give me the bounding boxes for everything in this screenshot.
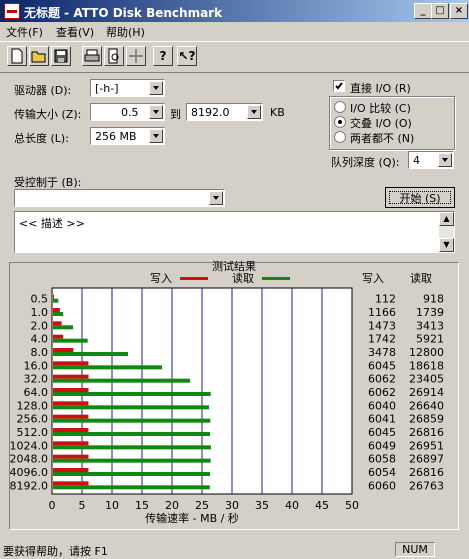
read-value: 3413 <box>416 319 444 332</box>
write-value: 6062 <box>368 386 396 399</box>
write-value: 6049 <box>368 439 396 452</box>
y-tick-label: 4.0 <box>31 333 49 346</box>
y-tick-label: 512.0 <box>17 426 49 439</box>
read-value: 26859 <box>409 413 444 426</box>
write-bar <box>53 348 74 352</box>
write-value: 6058 <box>368 453 396 466</box>
read-bar <box>53 298 59 303</box>
read-bar <box>53 485 210 490</box>
write-value: 6054 <box>368 466 396 479</box>
col-read-header: 读取 <box>410 271 432 285</box>
x-tick-label: 0 <box>49 499 56 512</box>
read-value: 26816 <box>409 466 444 479</box>
legend-write-label: 写入 <box>150 272 172 285</box>
read-value: 26816 <box>409 426 444 439</box>
write-value: 6040 <box>368 399 396 412</box>
x-tick-label: 30 <box>225 499 239 512</box>
read-value: 5921 <box>416 333 444 346</box>
write-bar <box>53 321 62 326</box>
write-bar <box>53 454 89 459</box>
read-bar <box>53 472 211 476</box>
x-tick-label: 40 <box>285 499 299 512</box>
write-bar <box>53 441 89 446</box>
write-bar <box>53 308 60 312</box>
read-value: 26640 <box>409 399 444 412</box>
read-value: 918 <box>423 293 444 306</box>
write-value: 3478 <box>368 346 396 359</box>
x-tick-label: 45 <box>315 499 329 512</box>
x-tick-label: 50 <box>345 499 359 512</box>
status-bar: 要获得帮助，请按 F1 NUM <box>0 540 469 559</box>
results-chart: 测试结果写入 读取 写入 读取0 5 10 15 20 25 30 35 40 45 50传输速率 - M… <box>10 260 445 525</box>
write-bar <box>53 294 54 299</box>
read-bar <box>53 338 88 343</box>
y-tick-label: 2.0 <box>31 319 49 332</box>
read-bar <box>53 418 211 423</box>
y-tick-label: 64.0 <box>24 386 49 399</box>
y-tick-label: 1.0 <box>31 306 49 319</box>
x-tick-label: 20 <box>165 499 179 512</box>
read-bar <box>53 365 163 370</box>
read-bar <box>53 312 64 316</box>
y-tick-label: 256.0 <box>17 413 49 426</box>
x-tick-label: 35 <box>255 499 269 512</box>
read-value: 26914 <box>409 386 444 399</box>
read-bar <box>53 405 210 410</box>
write-value: 1473 <box>368 319 396 332</box>
col-write-header: 写入 <box>362 272 384 285</box>
num-lock-indicator: NUM <box>395 542 435 557</box>
write-bar <box>53 468 89 472</box>
read-bar <box>53 392 211 396</box>
write-value: 6041 <box>368 413 396 426</box>
read-bar <box>53 352 128 356</box>
y-tick-label: 2048.0 <box>10 453 49 466</box>
write-bar <box>53 334 64 339</box>
write-value: 6045 <box>368 426 396 439</box>
write-value: 6062 <box>368 373 396 386</box>
y-tick-label: 8192.0 <box>10 479 49 492</box>
read-value: 1739 <box>416 306 444 319</box>
y-tick-label: 4096.0 <box>10 466 49 479</box>
y-tick-label: 128.0 <box>17 399 49 412</box>
read-value: 26897 <box>409 453 444 466</box>
x-tick-label: 5 <box>79 499 86 512</box>
write-value: 1166 <box>368 306 396 319</box>
read-bar <box>53 325 73 330</box>
read-value: 23405 <box>409 373 444 386</box>
legend-read-label: 读取 <box>232 271 254 285</box>
read-bar <box>53 445 211 450</box>
status-text: 要获得帮助，请按 F1 <box>3 545 108 558</box>
read-value: 26951 <box>409 439 444 452</box>
read-value: 18618 <box>409 359 444 372</box>
x-axis-label: 传输速率 - MB / 秒 <box>145 511 239 525</box>
write-value: 6060 <box>368 479 396 492</box>
x-tick-label: 15 <box>135 499 149 512</box>
app-window: 无标题 - ATTO Disk Benchmark _ □ × 文件(F) 查看… <box>0 0 469 559</box>
write-bar <box>53 388 89 392</box>
x-tick-label: 25 <box>195 499 209 512</box>
y-tick-label: 16.0 <box>24 359 49 372</box>
write-bar <box>53 374 89 379</box>
legend-read-swatch <box>262 277 290 280</box>
read-bar <box>53 378 191 383</box>
y-tick-label: 1024.0 <box>10 439 49 452</box>
write-bar <box>53 428 89 432</box>
read-bar <box>53 432 211 436</box>
y-tick-label: 32.0 <box>24 373 49 386</box>
write-bar <box>53 401 89 406</box>
read-value: 26763 <box>409 479 444 492</box>
legend-write-swatch <box>180 277 208 280</box>
read-value: 12800 <box>409 346 444 359</box>
write-bar <box>53 361 89 366</box>
write-value: 112 <box>375 293 396 306</box>
write-value: 6045 <box>368 359 396 372</box>
y-tick-label: 0.5 <box>31 293 49 306</box>
write-bar <box>53 414 89 419</box>
write-bar <box>53 481 89 486</box>
write-value: 1742 <box>368 333 396 346</box>
x-tick-label: 10 <box>105 499 119 512</box>
read-bar <box>53 458 211 463</box>
y-tick-label: 8.0 <box>31 346 49 359</box>
